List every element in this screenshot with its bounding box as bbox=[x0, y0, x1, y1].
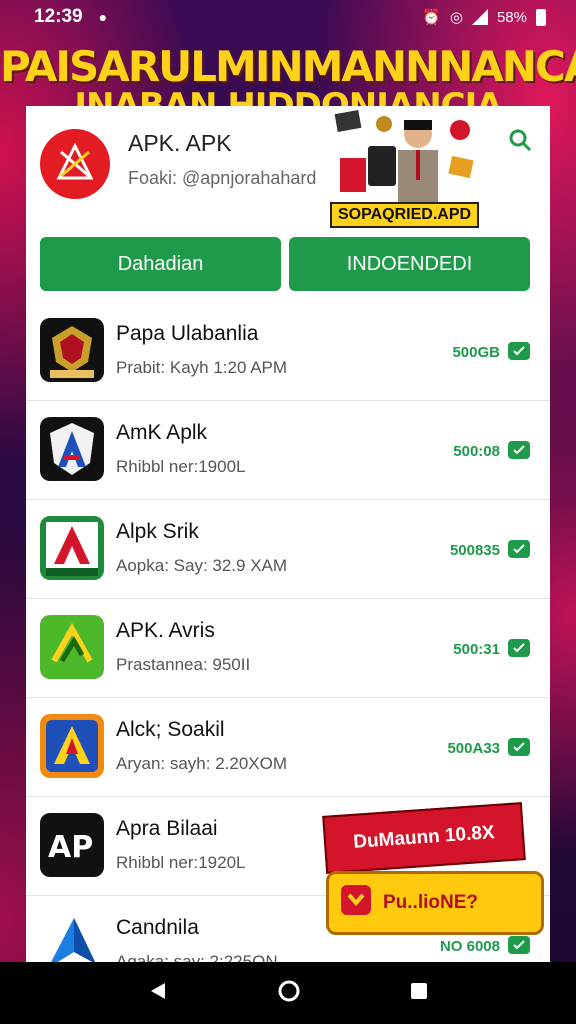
item-size: 500:08 bbox=[453, 443, 500, 460]
shield-app-icon bbox=[40, 318, 104, 382]
item-subtitle: Aryan: sayh: 2.20XOM bbox=[116, 754, 288, 773]
item-title: Alpk Srik bbox=[116, 520, 199, 543]
alarm-icon: ⏰ bbox=[422, 9, 441, 26]
item-title: Alck; Soakil bbox=[116, 718, 225, 741]
letter-a-blue-icon bbox=[40, 714, 104, 778]
signal-icon bbox=[471, 9, 488, 25]
app-name: APK. APK bbox=[128, 130, 232, 156]
banner-headline: PAISARULMINMANNNANCA bbox=[0, 42, 576, 91]
sync-icon: ◎ bbox=[449, 9, 463, 26]
search-icon[interactable] bbox=[508, 128, 532, 157]
check-icon[interactable] bbox=[508, 639, 530, 657]
promo-button-label: Pu..lioNE? bbox=[383, 892, 478, 913]
notification-dot: ● bbox=[98, 9, 108, 25]
recents-icon[interactable] bbox=[409, 981, 429, 1006]
list-item[interactable]: Papa Ulabanlia Prabit: Kayh 1:20 APM 500… bbox=[26, 302, 550, 401]
status-bar: 12:39 ● ⏰ ◎ 58% bbox=[0, 0, 576, 34]
navigation-bar bbox=[0, 962, 576, 1024]
app-header: APK. APK Foaki: @apnjorahahard SOPAQRIED… bbox=[26, 106, 550, 232]
battery-percent: 58% bbox=[496, 8, 527, 26]
download-button[interactable]: Dahadian bbox=[40, 237, 281, 291]
home-icon[interactable] bbox=[277, 979, 301, 1008]
arrow-logo-icon bbox=[40, 912, 104, 962]
item-subtitle: Rhibbl ner:1920L bbox=[116, 853, 246, 872]
item-title: Apra Bilaai bbox=[116, 817, 218, 840]
check-icon[interactable] bbox=[508, 738, 530, 756]
check-icon[interactable] bbox=[508, 342, 530, 360]
check-icon[interactable] bbox=[508, 540, 530, 558]
ap-logo-icon: AP bbox=[40, 813, 104, 877]
item-size: NO 6008 bbox=[439, 938, 500, 955]
action-buttons: Dahadian INDOENDEDI bbox=[40, 237, 530, 291]
item-subtitle: Prabit: Kayh 1:20 APM bbox=[116, 358, 288, 377]
app-logo-icon[interactable] bbox=[40, 129, 110, 199]
item-subtitle: Prastannea: 950II bbox=[116, 655, 251, 674]
list-item[interactable]: AmK Aplk Rhibbl ner:1900L 500:08 bbox=[26, 401, 550, 500]
status-icons: ⏰ ◎ 58% bbox=[422, 8, 546, 26]
promo-person-image bbox=[332, 106, 482, 206]
list-item[interactable]: APK. Avris Prastannea: 950II 500:31 bbox=[26, 599, 550, 698]
indonesia-button[interactable]: INDOENDEDI bbox=[289, 237, 530, 291]
item-subtitle: Rhibbl ner:1900L bbox=[116, 457, 246, 476]
item-size: 500A33 bbox=[447, 740, 500, 757]
battery-icon bbox=[536, 8, 546, 26]
item-size: 500835 bbox=[449, 542, 500, 559]
list-item[interactable]: Alck; Soakil Aryan: sayh: 2.20XOM 500A33 bbox=[26, 698, 550, 797]
svg-text:AP: AP bbox=[48, 830, 93, 865]
promo-label: SOPAQRIED.APD bbox=[330, 202, 480, 228]
item-title: Papa Ulabanlia bbox=[116, 322, 259, 345]
app-handle: Foaki: @apnjorahahard bbox=[128, 168, 317, 188]
item-size: 500GB bbox=[452, 344, 500, 361]
promo-button[interactable]: Pu..lioNE? bbox=[326, 871, 544, 935]
list-item[interactable]: Alpk Srik Aopka: Say: 32.9 XAM 500835 bbox=[26, 500, 550, 599]
status-time: 12:39 bbox=[34, 6, 83, 27]
back-icon[interactable] bbox=[147, 980, 169, 1007]
delta-logo-icon bbox=[40, 615, 104, 679]
app-card: APK. APK Foaki: @apnjorahahard SOPAQRIED… bbox=[26, 106, 550, 962]
letter-a-shield-icon bbox=[40, 417, 104, 481]
item-size: 500:31 bbox=[453, 641, 500, 658]
item-title: Candnila bbox=[116, 916, 199, 939]
item-title: AmK Aplk bbox=[116, 421, 208, 444]
promo-top-banner: DuMaunn 10.8X bbox=[322, 802, 526, 874]
item-subtitle: Aopka: Say: 32.9 XAM bbox=[116, 556, 288, 575]
promo-overlay[interactable]: DuMaunn 10.8X Pu..lioNE? bbox=[322, 802, 550, 939]
item-subtitle: Agaka: say: 2:225ON bbox=[116, 952, 278, 962]
hand-pointer-icon bbox=[339, 883, 373, 923]
check-icon[interactable] bbox=[508, 441, 530, 459]
letter-a-green-icon bbox=[40, 516, 104, 580]
item-title: APK. Avris bbox=[116, 619, 215, 642]
